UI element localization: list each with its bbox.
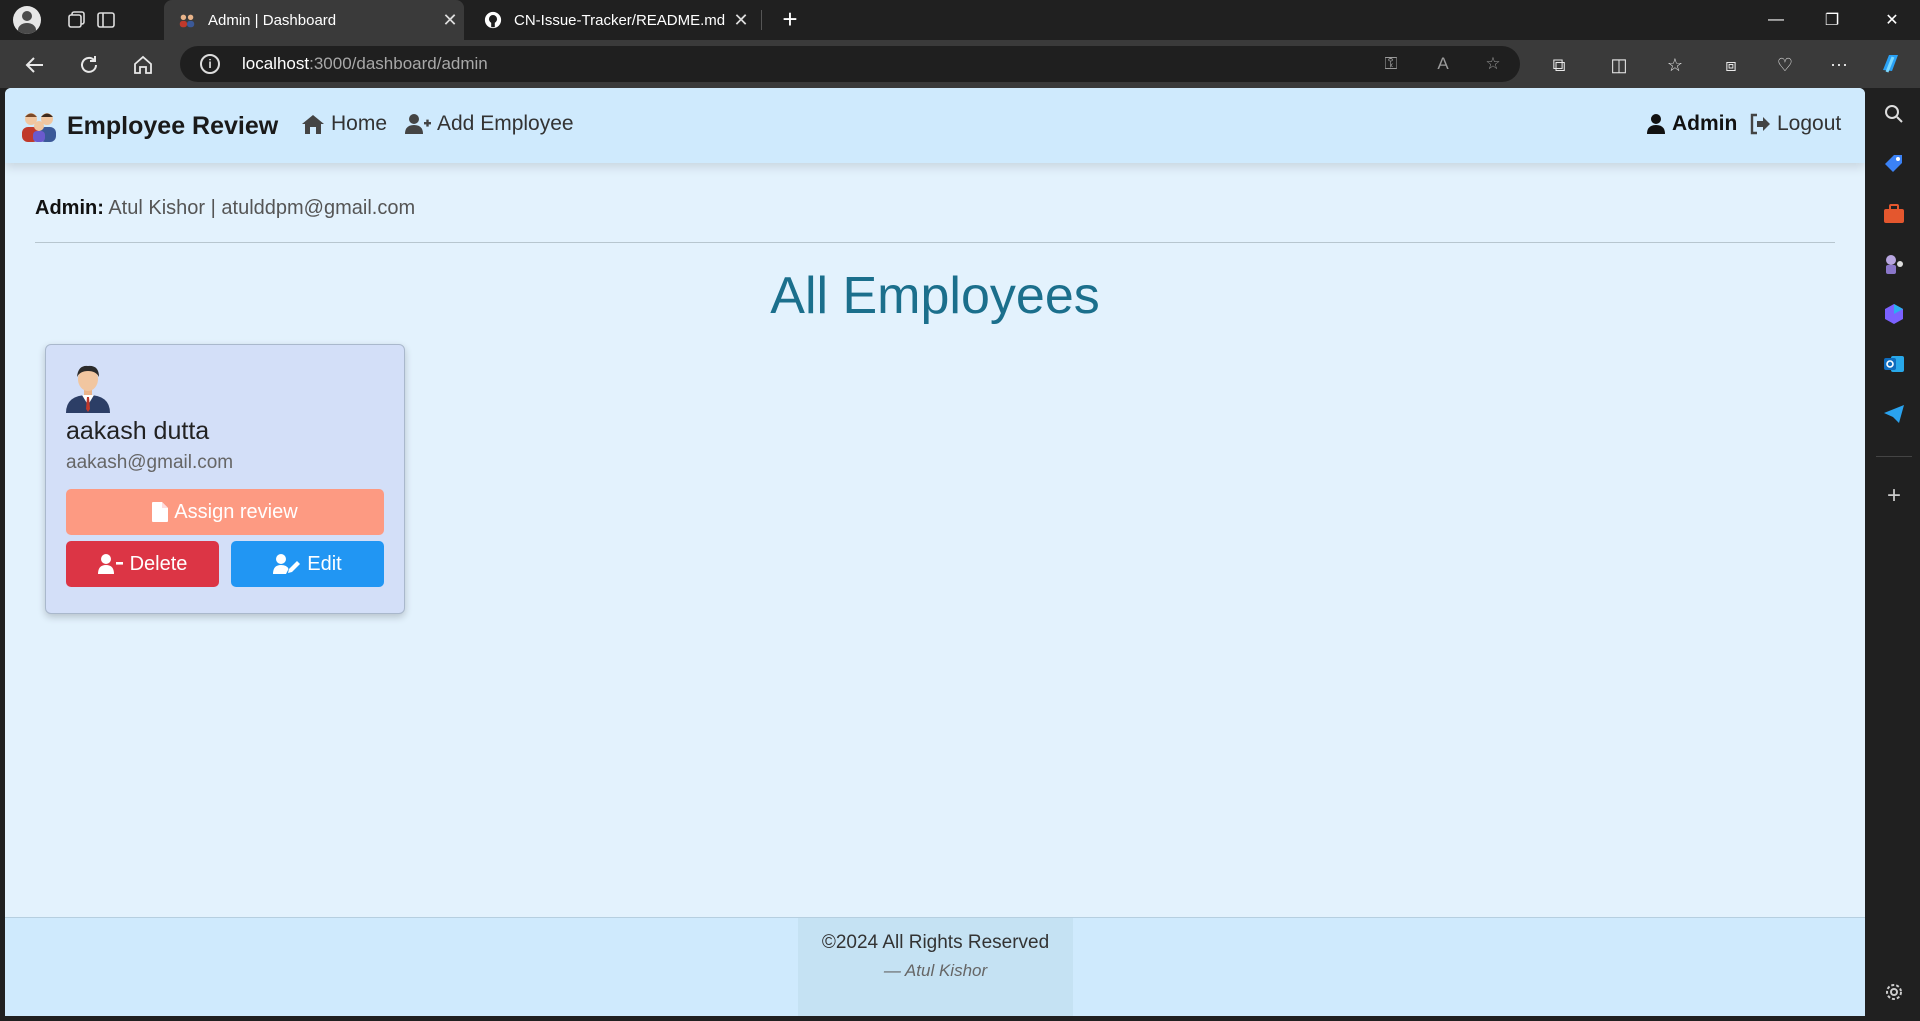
tab-separator — [761, 10, 762, 30]
favorites-icon[interactable]: ☆ — [1660, 50, 1690, 80]
admin-separator: | — [210, 197, 216, 219]
footer-copyright: ©2024 All Rights Reserved — [821, 932, 1050, 953]
team-logo-icon — [22, 113, 56, 142]
nav-home-link[interactable]: Home — [301, 112, 387, 136]
user-edit-icon — [273, 554, 301, 574]
microsoft-365-icon[interactable] — [1880, 300, 1908, 328]
back-icon[interactable] — [20, 50, 50, 80]
workspaces-icon[interactable] — [63, 6, 91, 34]
admin-name: Atul Kishor — [108, 197, 206, 219]
tools-briefcase-icon[interactable] — [1880, 200, 1908, 228]
delete-label: Delete — [129, 552, 188, 575]
employee-email: aakash@gmail.com — [66, 452, 234, 473]
employee-name: aakash dutta — [66, 417, 210, 445]
site-info-icon[interactable]: i — [200, 54, 220, 74]
shopping-tag-icon[interactable] — [1880, 150, 1908, 178]
employee-card: aakash dutta aakash@gmail.com Assign rev… — [45, 344, 405, 614]
logout-icon — [1750, 113, 1770, 135]
admin-email: atulddpm@gmail.com — [221, 197, 416, 219]
outlook-icon[interactable] — [1880, 350, 1908, 378]
footer-blockquote: ©2024 All Rights Reserved — Atul Kishor — [798, 918, 1073, 1016]
tab-title: CN-Issue-Tracker/README.md at — [514, 11, 727, 29]
tab-readme[interactable]: CN-Issue-Tracker/README.md at ✕ — [470, 0, 755, 40]
github-icon — [484, 11, 502, 29]
profile-avatar-icon[interactable] — [13, 6, 41, 34]
address-bar[interactable]: i localhost:3000/dashboard/admin ⚿ A ☆ — [180, 46, 1520, 82]
nav-home-label: Home — [331, 112, 388, 135]
footer-author: — Atul Kishor — [883, 961, 988, 980]
edit-label: Edit — [307, 552, 342, 575]
divider — [35, 242, 1835, 243]
settings-gear-icon[interactable] — [1880, 978, 1908, 1006]
delete-button[interactable]: Delete — [66, 541, 219, 587]
user-plus-icon — [405, 114, 431, 134]
user-minus-icon — [97, 554, 123, 574]
home-icon[interactable] — [128, 50, 158, 80]
search-icon[interactable] — [1880, 100, 1908, 128]
edge-sidebar: + — [1868, 88, 1920, 1021]
read-aloud-icon[interactable]: A — [1432, 53, 1454, 75]
more-menu-icon[interactable]: ⋯ — [1824, 50, 1854, 80]
add-sidebar-app-icon[interactable]: + — [1880, 482, 1908, 510]
refresh-icon[interactable] — [74, 50, 104, 80]
admin-label: Admin: — [35, 197, 104, 219]
page-viewport: Employee Review Home Add Employee Admin … — [5, 88, 1865, 1016]
restore-button[interactable]: ❐ — [1804, 0, 1860, 40]
nav-admin-link[interactable]: Admin — [1646, 112, 1737, 136]
url-text[interactable]: localhost:3000/dashboard/admin — [242, 54, 488, 74]
nav-logout-link[interactable]: Logout — [1749, 112, 1841, 136]
nav-add-employee-link[interactable]: Add Employee — [405, 112, 574, 136]
games-icon[interactable] — [1880, 250, 1908, 278]
key-icon[interactable]: ⚿ — [1380, 53, 1402, 75]
edit-button[interactable]: Edit — [231, 541, 384, 587]
split-screen-icon[interactable]: ◫ — [1604, 50, 1634, 80]
user-icon — [1647, 114, 1665, 134]
close-tab-icon[interactable]: ✕ — [727, 10, 755, 31]
tab-actions-icon[interactable] — [92, 6, 120, 34]
browser-essentials-icon[interactable]: ♡ — [1770, 50, 1800, 80]
page-title: All Employees — [770, 267, 1100, 325]
home-icon — [302, 115, 324, 134]
close-tab-icon[interactable]: ✕ — [436, 10, 464, 31]
browser-toolbar: i localhost:3000/dashboard/admin ⚿ A ☆ ⧉… — [0, 40, 1920, 88]
file-icon — [152, 502, 169, 522]
nav-admin-label: Admin — [1672, 112, 1738, 135]
top-navbar: Employee Review Home Add Employee Admin … — [5, 88, 1865, 163]
browser-tab-strip: Admin | Dashboard ✕ CN-Issue-Tracker/REA… — [0, 0, 1920, 40]
admin-info: Admin: Atul Kishor | atulddpm@gmail.com — [35, 197, 415, 220]
team-favicon-icon — [179, 14, 195, 28]
footer: ©2024 All Rights Reserved — Atul Kishor — [5, 917, 1865, 1016]
employee-avatar-icon — [66, 365, 110, 413]
tab-admin-dashboard[interactable]: Admin | Dashboard ✕ — [164, 0, 464, 40]
tab-title: Admin | Dashboard — [208, 11, 337, 29]
minimize-button[interactable]: — — [1748, 0, 1804, 40]
assign-review-label: Assign review — [174, 500, 298, 523]
collections-icon[interactable]: ⧈ — [1716, 50, 1746, 80]
extensions-icon[interactable]: ⧉ — [1544, 50, 1574, 80]
close-window-button[interactable]: ✕ — [1864, 0, 1920, 40]
new-tab-button[interactable]: + — [775, 5, 805, 35]
nav-add-employee-label: Add Employee — [437, 112, 574, 135]
copilot-icon[interactable] — [1876, 50, 1906, 80]
favorite-star-icon[interactable]: ☆ — [1482, 53, 1504, 75]
assign-review-button[interactable]: Assign review — [66, 489, 384, 535]
brand[interactable]: Employee Review — [19, 108, 278, 144]
brand-title: Employee Review — [67, 111, 279, 140]
sidebar-divider — [1876, 456, 1912, 457]
send-telegram-icon[interactable] — [1880, 400, 1908, 428]
nav-logout-label: Logout — [1777, 112, 1842, 135]
